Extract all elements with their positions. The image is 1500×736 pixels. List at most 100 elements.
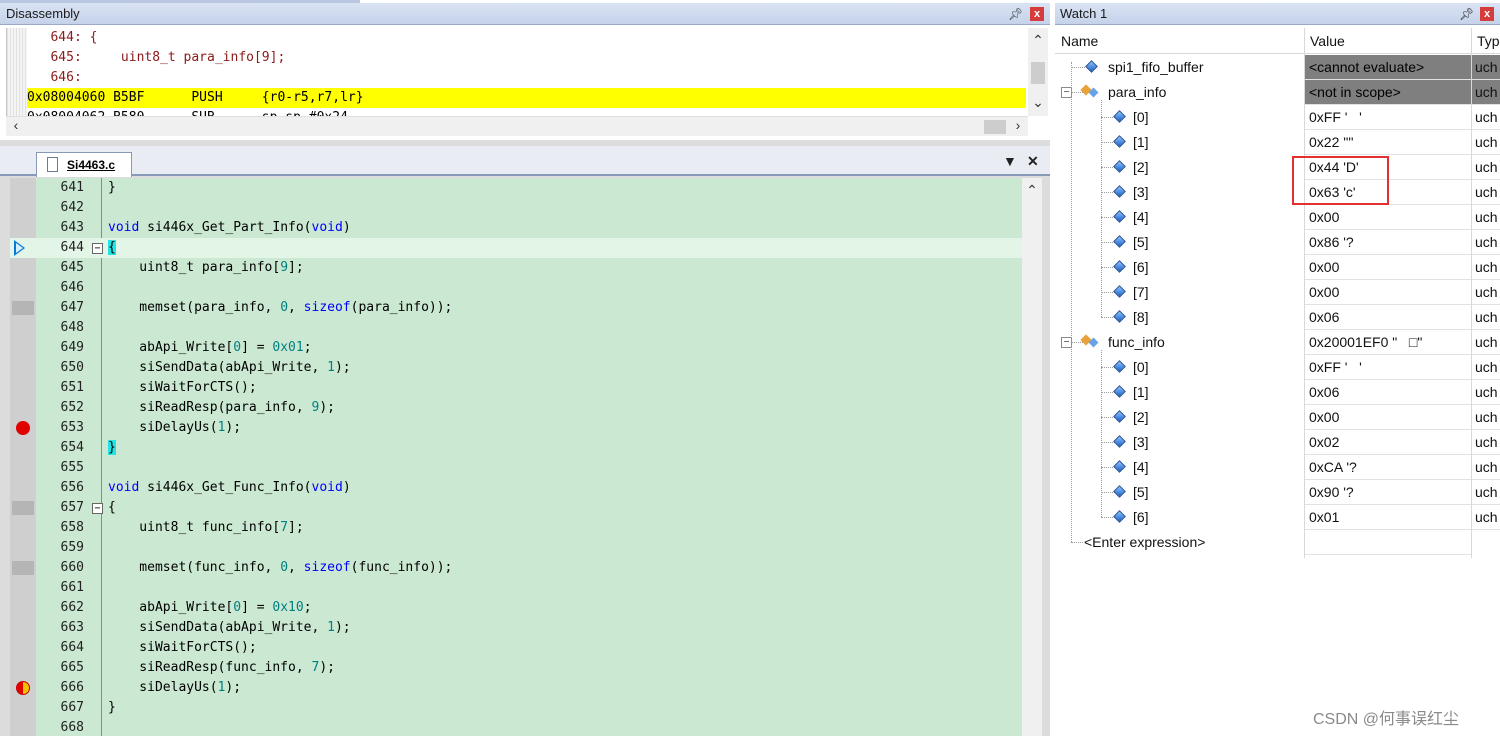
watch-row[interactable]: [8] 0x06 uch [1055,305,1500,330]
code-line[interactable]: 643 void si446x_Get_Part_Info(void) [10,218,1022,238]
executable-line-marker[interactable] [12,501,34,515]
enter-expression-input[interactable]: <Enter expression> [1084,530,1205,555]
code-line[interactable]: 660 memset(func_info, 0, sizeof(func_inf… [10,558,1022,578]
code-line[interactable]: 648 [10,318,1022,338]
code-line[interactable]: 665 siReadResp(func_info, 7); [10,658,1022,678]
watch-row[interactable]: [1] 0x06 uch [1055,380,1500,405]
code-line[interactable]: 644−{ [10,238,1022,258]
watch-value[interactable] [1305,530,1471,555]
watch-name: [1] [1133,384,1149,400]
close-icon[interactable]: x [1030,7,1044,21]
column-value[interactable]: Value [1310,28,1345,54]
watch-value[interactable]: 0x01 [1305,505,1471,530]
watch-value[interactable]: 0x00 [1305,280,1471,305]
code-text: uint8_t para_info[9]; [108,260,304,275]
code-line[interactable]: 652 siReadResp(para_info, 9); [10,398,1022,418]
watch-value[interactable]: 0x86 '? [1305,230,1471,255]
code-line[interactable]: 649 abApi_Write[0] = 0x01; [10,338,1022,358]
code-line[interactable]: 659 [10,538,1022,558]
disassembly-horizontal-scrollbar[interactable]: ‹ › [6,116,1028,136]
code-editor[interactable]: 641} 642 643 void si446x_Get_Part_Info(void… [10,178,1022,736]
scroll-thumb[interactable] [984,120,1006,134]
code-line[interactable]: 658 uint8_t func_info[7]; [10,518,1022,538]
line-number: 668 [60,720,84,735]
tab-list-dropdown-icon[interactable]: ▼ [1003,153,1017,169]
scroll-left-icon[interactable]: ‹ [6,117,26,133]
code-line[interactable]: 653 siDelayUs(1); [10,418,1022,438]
watch-row[interactable]: [3] 0x63 'c' uch [1055,180,1500,205]
code-line[interactable]: 666 siDelayUs(1); [10,678,1022,698]
code-line[interactable]: 655 [10,458,1022,478]
code-line[interactable]: 656 void si446x_Get_Func_Info(void) [10,478,1022,498]
disassembly-vertical-scrollbar[interactable]: ⌃ ⌄ [1028,28,1048,116]
code-line[interactable]: 641} [10,178,1022,198]
disassembly-view[interactable]: 644: { 645: uint8_t para_info[9]; 646: 0… [6,28,1026,116]
watch-value[interactable]: 0x00 [1305,255,1471,280]
watch-value[interactable]: 0x20001EF0 " □" [1305,330,1471,355]
watch-value[interactable]: 0x00 [1305,405,1471,430]
scroll-up-icon[interactable]: ⌃ [1022,182,1042,199]
watch-row[interactable]: − func_info 0x20001EF0 " □" uch [1055,330,1500,355]
code-line[interactable]: 667} [10,698,1022,718]
watch-row[interactable]: [1] 0x22 '"' uch [1055,130,1500,155]
editor-vertical-scrollbar[interactable]: ⌃ [1022,178,1042,736]
enter-expression-row[interactable]: <Enter expression> [1055,530,1500,555]
watch-row[interactable]: spi1_fifo_buffer <cannot evaluate> uch [1055,55,1500,80]
scroll-right-icon[interactable]: › [1008,117,1028,133]
code-line[interactable]: 650 siSendData(abApi_Write, 1); [10,358,1022,378]
code-line[interactable]: 647 memset(para_info, 0, sizeof(para_inf… [10,298,1022,318]
watch-value[interactable]: 0xCA '? [1305,455,1471,480]
executable-line-marker[interactable] [12,301,34,315]
code-line[interactable]: 642 [10,198,1022,218]
close-icon[interactable]: x [1480,7,1494,21]
pin-icon[interactable]: 📌︎ [1008,3,1023,25]
code-line[interactable]: 654} [10,438,1022,458]
code-line[interactable]: 668 [10,718,1022,736]
watch-value[interactable]: 0x90 '? [1305,480,1471,505]
code-line[interactable]: 663 siSendData(abApi_Write, 1); [10,618,1022,638]
watch-row[interactable]: [0] 0xFF ' ' uch [1055,105,1500,130]
watch-row[interactable]: [7] 0x00 uch [1055,280,1500,305]
watch-row[interactable]: [6] 0x00 uch [1055,255,1500,280]
scroll-thumb[interactable] [1031,62,1045,84]
watch-value[interactable]: <cannot evaluate> [1305,55,1471,80]
watch-row[interactable]: [3] 0x02 uch [1055,430,1500,455]
watch-row[interactable]: [4] 0xCA '? uch [1055,455,1500,480]
code-line[interactable]: 657−{ [10,498,1022,518]
watch-row[interactable]: [5] 0x86 '? uch [1055,230,1500,255]
column-name[interactable]: Name [1061,28,1098,54]
fold-collapse-icon[interactable]: − [92,503,103,514]
code-line[interactable]: 662 abApi_Write[0] = 0x10; [10,598,1022,618]
code-line[interactable]: 661 [10,578,1022,598]
watch-value[interactable]: 0x00 [1305,205,1471,230]
watch-row[interactable]: [5] 0x90 '? uch [1055,480,1500,505]
tab-si4463-c[interactable]: Si4463.c [36,152,132,177]
code-line[interactable]: 651 siWaitForCTS(); [10,378,1022,398]
scroll-down-icon[interactable]: ⌄ [1028,94,1048,111]
watch-row[interactable]: [0] 0xFF ' ' uch [1055,355,1500,380]
watch-row[interactable]: [6] 0x01 uch [1055,505,1500,530]
watch-row[interactable]: [4] 0x00 uch [1055,205,1500,230]
watch-row[interactable]: − para_info <not in scope> uch [1055,80,1500,105]
executable-line-marker[interactable] [12,561,34,575]
watch-value[interactable]: <not in scope> [1305,80,1471,105]
close-tab-icon[interactable]: ✕ [1027,153,1039,170]
watch-value[interactable]: 0x22 '"' [1305,130,1471,155]
breakpoint-icon[interactable] [16,421,30,435]
watch-value[interactable]: 0x02 [1305,430,1471,455]
watch-value[interactable]: 0xFF ' ' [1305,355,1471,380]
watch-row[interactable]: [2] 0x44 'D' uch [1055,155,1500,180]
code-line[interactable]: 646 [10,278,1022,298]
watch-value[interactable]: 0xFF ' ' [1305,105,1471,130]
column-type[interactable]: Typ [1477,28,1500,54]
current-position-arrow-icon[interactable] [14,240,25,256]
fold-collapse-icon[interactable]: − [92,243,103,254]
scroll-up-icon[interactable]: ⌃ [1028,32,1048,49]
watch-value[interactable]: 0x06 [1305,380,1471,405]
code-line[interactable]: 645 uint8_t para_info[9]; [10,258,1022,278]
code-line[interactable]: 664 siWaitForCTS(); [10,638,1022,658]
watch-row[interactable]: [2] 0x00 uch [1055,405,1500,430]
pin-icon[interactable]: 📌︎ [1459,3,1474,25]
watch-value[interactable]: 0x06 [1305,305,1471,330]
breakpoint-disabled-icon[interactable] [16,681,30,695]
